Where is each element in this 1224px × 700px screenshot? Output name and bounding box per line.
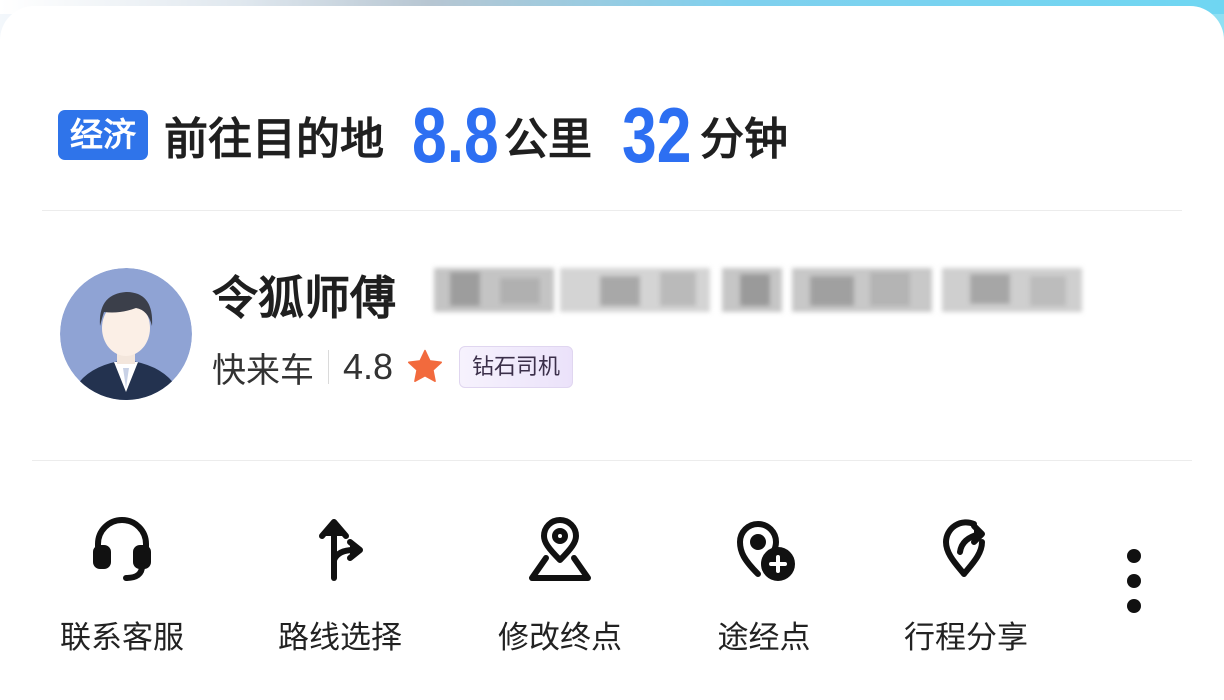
divider <box>42 210 1182 211</box>
driver-rating: 4.8 <box>343 346 394 387</box>
contact-service-button[interactable]: 联系客服 <box>22 512 222 657</box>
distance-unit: 公里 <box>504 114 592 165</box>
action-label: 途经点 <box>717 620 811 656</box>
action-bar: 联系客服 路线选择 修改终点 途经点 行程分享 <box>0 512 1224 662</box>
action-label: 修改终点 <box>498 620 622 656</box>
route-select-button[interactable]: 路线选择 <box>240 512 440 657</box>
star-icon <box>408 349 443 382</box>
map-pin-edit-icon <box>529 517 591 581</box>
distance-value: 8.8 <box>412 90 499 179</box>
change-destination-button[interactable]: 修改终点 <box>460 512 660 657</box>
driver-level-badge: 钻石司机 <box>459 346 574 388</box>
divider <box>32 460 1192 461</box>
destination-label: 前往目的地 <box>164 114 384 165</box>
ride-class-tag: 经济 <box>58 110 148 160</box>
driver-meta: 快来车 4.8 钻石司机 <box>212 344 574 391</box>
share-trip-button[interactable]: 行程分享 <box>866 512 1066 657</box>
driver-name: 令狐师傅 <box>212 271 396 325</box>
route-fork-icon <box>319 519 363 581</box>
blurred-plate-number <box>434 268 1082 312</box>
separator <box>328 350 329 384</box>
action-label: 行程分享 <box>904 620 1028 656</box>
add-waypoint-button[interactable]: 途经点 <box>664 512 864 657</box>
trip-summary: 经济 前往目的地 8.8 公里 32 分钟 <box>58 80 788 190</box>
time-value: 32 <box>622 90 692 179</box>
trip-card: 经济 前往目的地 8.8 公里 32 分钟 令狐师傅 快来车 4.8 钻石司机 … <box>0 6 1224 700</box>
time-unit: 分钟 <box>700 114 788 165</box>
headset-icon <box>93 517 151 581</box>
share-trip-icon <box>943 519 985 577</box>
action-label: 联系客服 <box>60 620 184 656</box>
car-type: 快来车 <box>212 350 314 391</box>
action-label: 路线选择 <box>278 620 402 656</box>
driver-avatar[interactable] <box>60 268 192 400</box>
waypoint-add-icon <box>737 521 795 581</box>
more-options-icon[interactable] <box>1116 546 1152 616</box>
